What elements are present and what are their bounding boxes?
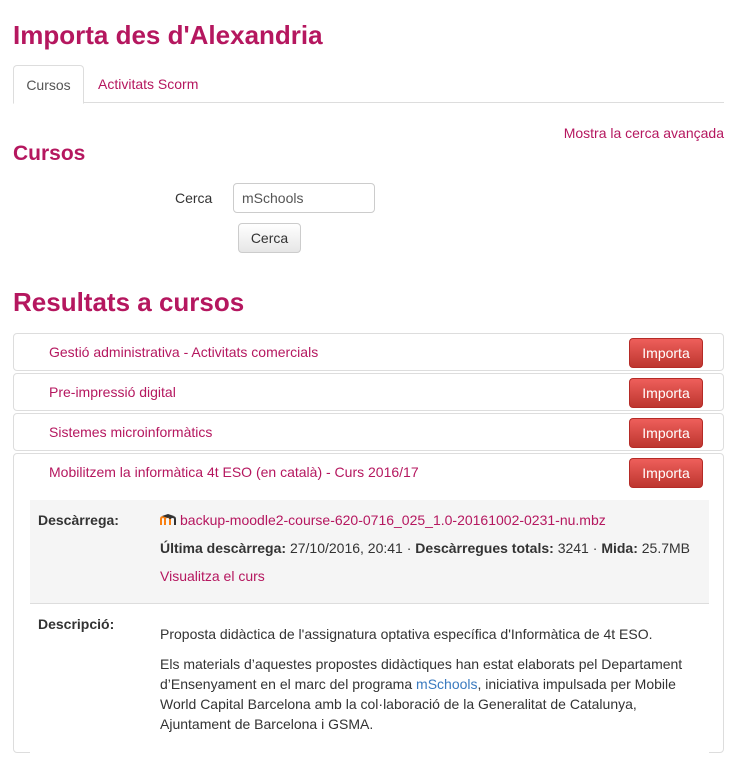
course-header: Sistemes microinformàtics Importa: [14, 414, 723, 450]
size-value: 25.7MB: [641, 540, 691, 556]
page: Importa des d'Alexandria Cursos Activita…: [0, 0, 736, 774]
description-paragraph: Proposta didàctica de l'assignatura opta…: [160, 626, 653, 642]
mschools-link[interactable]: mSchools: [416, 676, 477, 692]
import-button[interactable]: Importa: [629, 418, 703, 448]
course-row: Sistemes microinformàtics Importa: [13, 413, 724, 451]
download-label: Descàrrega:: [38, 512, 119, 528]
download-row: Descàrrega: backup-moodle2-course-620-07…: [30, 500, 709, 604]
moodle-icon: [160, 514, 176, 525]
separator: ·: [592, 540, 598, 556]
import-button[interactable]: Importa: [629, 378, 703, 408]
course-details: Descàrrega: backup-moodle2-course-620-07…: [30, 500, 709, 774]
tab-activitats-scorm[interactable]: Activitats Scorm: [84, 65, 212, 103]
results-heading: Resultats a cursos: [13, 287, 245, 317]
course-name-link[interactable]: Mobilitzem la informàtica 4t ESO (en cat…: [49, 464, 419, 480]
description-text: Proposta didàctica de l'assignatura opta…: [160, 624, 700, 744]
course-name-link[interactable]: Pre-impressió digital: [49, 384, 176, 400]
advanced-search-link[interactable]: Mostra la cerca avançada: [564, 125, 724, 141]
description-paragraph: Els materials d’aquestes propostes didàc…: [160, 654, 700, 734]
course-name-link[interactable]: Sistemes microinformàtics: [49, 424, 212, 440]
size-label: Mida:: [601, 540, 638, 556]
course-header: Gestió administrativa - Activitats comer…: [14, 334, 723, 370]
course-name-link[interactable]: Gestió administrativa - Activitats comer…: [49, 344, 318, 360]
course-row: Pre-impressió digital Importa: [13, 373, 724, 411]
file-download-link[interactable]: backup-moodle2-course-620-0716_025_1.0-2…: [180, 512, 606, 528]
download-file: backup-moodle2-course-620-0716_025_1.0-2…: [160, 510, 606, 530]
course-row-expanded: Mobilitzem la informàtica 4t ESO (en cat…: [13, 453, 724, 774]
import-button[interactable]: Importa: [629, 338, 703, 368]
search-label: Cerca: [175, 190, 213, 206]
description-label: Descripció:: [38, 616, 115, 632]
page-title: Importa des d'Alexandria: [13, 20, 323, 50]
course-header: Mobilitzem la informàtica 4t ESO (en cat…: [14, 454, 723, 490]
course-header: Pre-impressió digital Importa: [14, 374, 723, 410]
import-button[interactable]: Importa: [629, 458, 703, 488]
tab-cursos[interactable]: Cursos: [13, 65, 84, 104]
last-download-label: Última descàrrega:: [160, 540, 287, 556]
tab-bar: Cursos Activitats Scorm: [13, 65, 724, 104]
last-download-value: 27/10/2016, 20:41: [289, 540, 403, 556]
search-heading: Cursos: [13, 142, 86, 165]
description-row: Descripció: Proposta didàctica de l'assi…: [30, 604, 709, 774]
download-stats: Última descàrrega: 27/10/2016, 20:41 · D…: [160, 538, 690, 558]
separator: ·: [406, 540, 412, 556]
course-row: Gestió administrativa - Activitats comer…: [13, 333, 724, 371]
view-course-wrap: Visualitza el curs: [160, 566, 265, 586]
search-input[interactable]: [233, 183, 375, 213]
search-button[interactable]: Cerca: [238, 223, 301, 253]
view-course-link[interactable]: Visualitza el curs: [160, 568, 265, 584]
total-downloads-label: Descàrregues totals:: [415, 540, 554, 556]
total-downloads-value: 3241: [557, 540, 589, 556]
